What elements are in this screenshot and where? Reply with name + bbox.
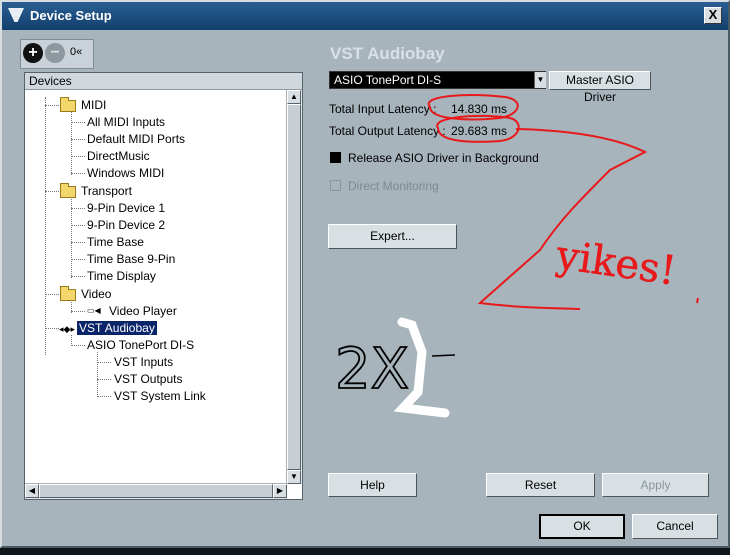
input-latency-label: Total Input Latency :: [329, 102, 437, 116]
input-latency-value: 14.830 ms: [451, 102, 508, 116]
tree-line: [45, 191, 59, 192]
close-button[interactable]: X: [704, 7, 722, 24]
reset-button[interactable]: Reset: [486, 473, 595, 497]
master-asio-driver-button[interactable]: Master ASIO Driver: [549, 71, 651, 104]
release-driver-label: Release ASIO Driver in Background: [348, 151, 539, 165]
help-button[interactable]: Help: [328, 473, 417, 497]
remove-device-button[interactable]: −: [45, 43, 65, 63]
tree-item-video-player[interactable]: Video Player: [109, 304, 177, 318]
devices-tree[interactable]: Devices MIDI All MIDI Inputs Default MID…: [24, 72, 303, 500]
scroll-left-button[interactable]: ◀: [25, 484, 39, 498]
tree-item-vst-outputs[interactable]: VST Outputs: [114, 372, 182, 386]
panel-title: VST Audiobay: [330, 44, 445, 63]
collapse-all-button[interactable]: 0«: [70, 46, 82, 58]
app-logo-icon: [8, 8, 24, 22]
tree-line: [97, 379, 111, 380]
tree-item-all-midi-inputs[interactable]: All MIDI Inputs: [87, 115, 165, 129]
tree-line: [71, 276, 85, 277]
tree-line: [71, 197, 72, 278]
tree-item-time-base-9-pin[interactable]: Time Base 9-Pin: [87, 252, 175, 266]
tree-item-transport[interactable]: Transport: [81, 184, 132, 198]
direct-monitoring-checkbox[interactable]: [330, 180, 341, 191]
tree-line: [71, 225, 85, 226]
tree-item-vst-system-link[interactable]: VST System Link: [114, 389, 206, 403]
tree-line: [71, 139, 85, 140]
audio-device-icon: ◂◆▸: [59, 324, 75, 334]
tree-line: [71, 173, 85, 174]
output-latency-value: 29.683 ms: [451, 124, 508, 138]
folder-icon: [60, 97, 76, 112]
scroll-thumb[interactable]: [287, 104, 301, 470]
tree-line: [71, 156, 85, 157]
tree-item-time-base[interactable]: Time Base: [87, 235, 144, 249]
direct-monitoring-label: Direct Monitoring: [348, 179, 439, 193]
tree-item-9-pin-device-2[interactable]: 9-Pin Device 2: [87, 218, 165, 232]
title-bar[interactable]: Device Setup X: [2, 2, 728, 30]
tree-line: [97, 352, 98, 397]
tree-item-midi[interactable]: MIDI: [81, 98, 106, 112]
tree-line: [45, 328, 59, 329]
cancel-button[interactable]: Cancel: [632, 514, 718, 539]
scroll-up-button[interactable]: ▲: [287, 90, 301, 104]
tree-item-default-midi-ports[interactable]: Default MIDI Ports: [87, 132, 185, 146]
tree-line: [45, 294, 59, 295]
tree-line: [45, 97, 46, 355]
chevron-down-icon[interactable]: ▼: [534, 72, 546, 88]
expert-button[interactable]: Expert...: [328, 224, 457, 249]
tree-vertical-scrollbar[interactable]: ▲ ▼: [286, 90, 302, 484]
tree-line: [71, 122, 85, 123]
tree-line: [97, 396, 111, 397]
tree-item-directmusic[interactable]: DirectMusic: [87, 149, 150, 163]
tree-item-vst-audiobay[interactable]: VST Audiobay: [77, 321, 157, 335]
device-setup-window: Device Setup X + − 0« Devices MIDI All M…: [0, 0, 730, 548]
tree-line: [45, 105, 59, 106]
asio-driver-select[interactable]: ASIO TonePort DI-S: [329, 71, 546, 89]
tree-line: [97, 362, 111, 363]
folder-icon: [60, 183, 76, 198]
tree-line: [71, 345, 85, 346]
tree-line: [71, 259, 85, 260]
tree-item-vst-inputs[interactable]: VST Inputs: [114, 355, 173, 369]
scroll-down-button[interactable]: ▼: [287, 470, 301, 484]
devices-tree-header: Devices: [25, 73, 302, 90]
tree-item-vst-audiobay-label: VST Audiobay: [77, 321, 157, 335]
scroll-thumb[interactable]: [39, 484, 273, 498]
taskbar: [0, 548, 730, 555]
window-title: Device Setup: [30, 8, 112, 23]
tree-item-windows-midi[interactable]: Windows MIDI: [87, 166, 164, 180]
tree-line: [71, 242, 85, 243]
output-latency-label: Total Output Latency :: [329, 124, 446, 138]
tree-item-video[interactable]: Video: [81, 287, 111, 301]
tree-item-time-display[interactable]: Time Display: [87, 269, 156, 283]
tree-horizontal-scrollbar[interactable]: ◀ ▶: [25, 483, 287, 499]
tree-item-asio-toneport[interactable]: ASIO TonePort DI-S: [87, 338, 194, 352]
apply-button[interactable]: Apply: [602, 473, 709, 497]
video-player-icon: ▭◀: [87, 306, 101, 315]
tree-line: [71, 311, 85, 312]
tree-item-9-pin-device-1[interactable]: 9-Pin Device 1: [87, 201, 165, 215]
add-device-button[interactable]: +: [23, 43, 43, 63]
folder-icon: [60, 286, 76, 301]
ok-button[interactable]: OK: [539, 514, 625, 539]
tree-line: [71, 111, 72, 175]
tree-line: [71, 208, 85, 209]
scroll-right-button[interactable]: ▶: [273, 484, 287, 498]
release-driver-checkbox[interactable]: [330, 152, 341, 163]
